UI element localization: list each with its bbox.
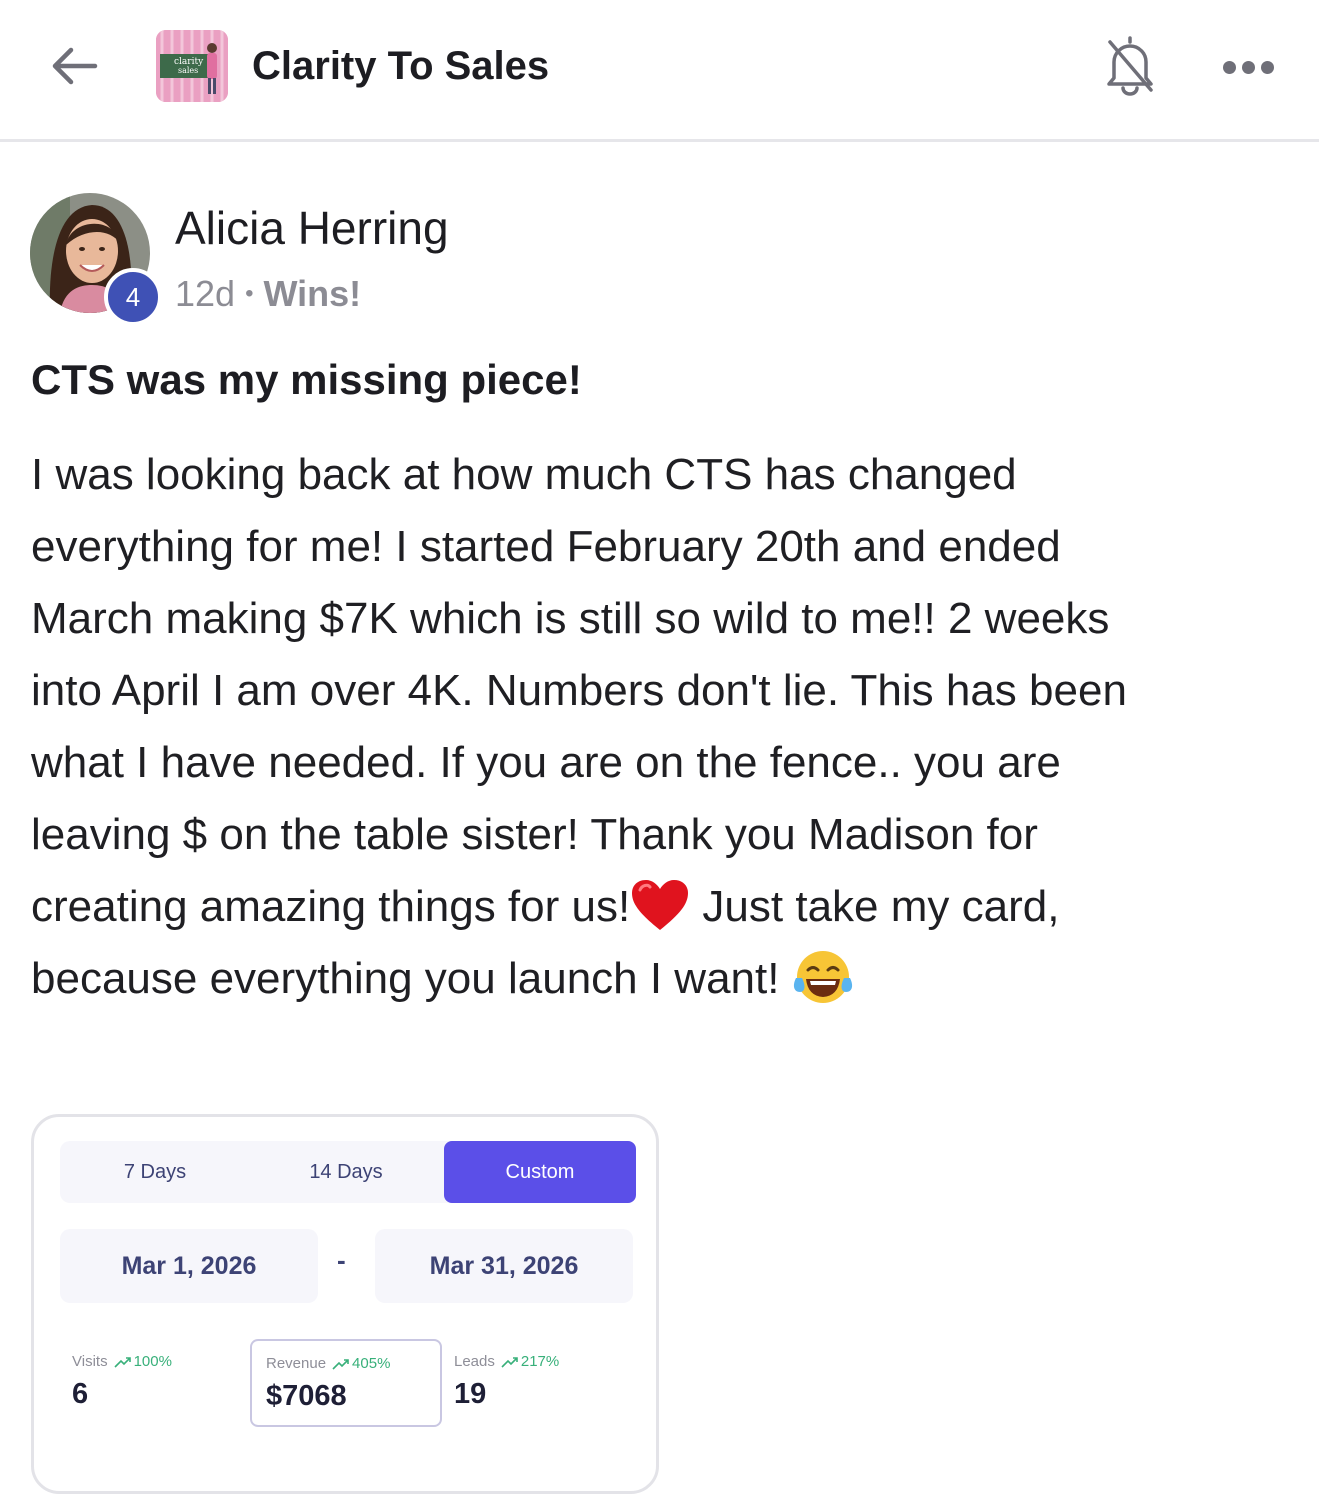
post-body: I was looking back at how much CTS has c… — [31, 439, 1271, 1015]
trend-up-icon — [332, 1358, 349, 1370]
post-body-line-7: creating amazing things for us! Just tak… — [31, 871, 1271, 943]
post-body-text: because everything you launch I want! — [31, 954, 792, 1003]
tears-of-joy-emoji — [793, 951, 852, 1004]
top-bar: clarity sales Clarity To Sales — [0, 0, 1319, 142]
post-body-text: creating amazing things for us! — [31, 882, 631, 931]
post-body-line: everything for me! I started February 20… — [31, 522, 1061, 571]
stat-label-row: Revenue 405% — [266, 1355, 440, 1372]
post-category[interactable]: Wins! — [263, 273, 361, 314]
trend-up-icon — [114, 1356, 131, 1368]
post-body-line: what I have needed. If you are on the fe… — [31, 738, 1061, 787]
post-title: CTS was my missing piece! — [31, 356, 582, 403]
stat-revenue: Revenue 405% $7068 — [250, 1339, 442, 1427]
stat-label-row: Leads 217% — [454, 1353, 559, 1370]
more-options-button[interactable] — [1218, 50, 1278, 84]
tab-7-days: 7 Days — [123, 1160, 187, 1183]
stat-change: 217% — [501, 1353, 559, 1370]
stat-label: Revenue — [266, 1355, 327, 1372]
bell-off-icon — [1107, 36, 1153, 96]
stat-change-value: 217% — [520, 1353, 560, 1370]
post-body-line: leaving $ on the table sister! Thank you… — [31, 810, 1038, 859]
post-body-line: March making $7K which is still so wild … — [31, 594, 1110, 643]
trend-up-icon — [501, 1356, 518, 1368]
tab-custom: Custom — [444, 1141, 636, 1203]
date-separator: - — [337, 1245, 346, 1275]
stat-label: Leads — [454, 1353, 495, 1370]
post-body-text: Just take my card, — [690, 882, 1060, 931]
range-tabs: 7 Days 14 Days Custom — [60, 1141, 636, 1203]
stat-change: 100% — [114, 1353, 172, 1370]
more-dot — [1241, 60, 1255, 74]
stat-leads: Leads 217% 19 — [454, 1353, 559, 1411]
stat-value: 19 — [454, 1378, 487, 1410]
svg-text:sales: sales — [178, 66, 198, 75]
level-badge: 4 — [104, 268, 162, 326]
post-body-line: into April I am over 4K. Numbers don't l… — [31, 666, 1127, 715]
author-name[interactable]: Alicia Herring — [175, 200, 449, 256]
stat-label-row: Visits 100% — [72, 1353, 172, 1370]
more-dot — [1260, 60, 1274, 74]
stat-change-value: 405% — [352, 1355, 391, 1372]
group-logo-image: clarity sales — [156, 30, 228, 102]
stat-change: 405% — [332, 1355, 390, 1372]
stat-label: Visits — [72, 1353, 108, 1370]
more-horizontal-icon — [1222, 60, 1236, 74]
arrow-left-icon — [52, 47, 98, 85]
stat-visits: Visits 100% 6 — [72, 1353, 172, 1411]
post-body-line: I was looking back at how much CTS has c… — [31, 450, 1017, 499]
back-button[interactable] — [44, 36, 104, 96]
stat-value: $7068 — [266, 1380, 347, 1412]
stat-change-value: 100% — [133, 1353, 172, 1370]
notifications-button[interactable] — [1100, 32, 1160, 98]
stat-value: 6 — [72, 1378, 89, 1410]
red-heart-emoji — [632, 880, 689, 931]
end-date: Mar 31, 2026 — [375, 1229, 633, 1303]
post-body-line-8: because everything you launch I want! — [31, 943, 1271, 1015]
post-meta: 12d • Wins! — [175, 272, 361, 321]
group-logo[interactable]: clarity sales — [156, 30, 228, 102]
meta-separator: • — [245, 280, 254, 307]
start-date: Mar 1, 2026 — [60, 1229, 318, 1303]
attached-image[interactable]: 7 Days 14 Days Custom Mar 1, 2026 - Mar … — [31, 1114, 659, 1494]
tab-14-days: 14 Days — [309, 1160, 383, 1183]
post-age: 12d — [175, 273, 236, 314]
group-title[interactable]: Clarity To Sales — [252, 40, 549, 92]
